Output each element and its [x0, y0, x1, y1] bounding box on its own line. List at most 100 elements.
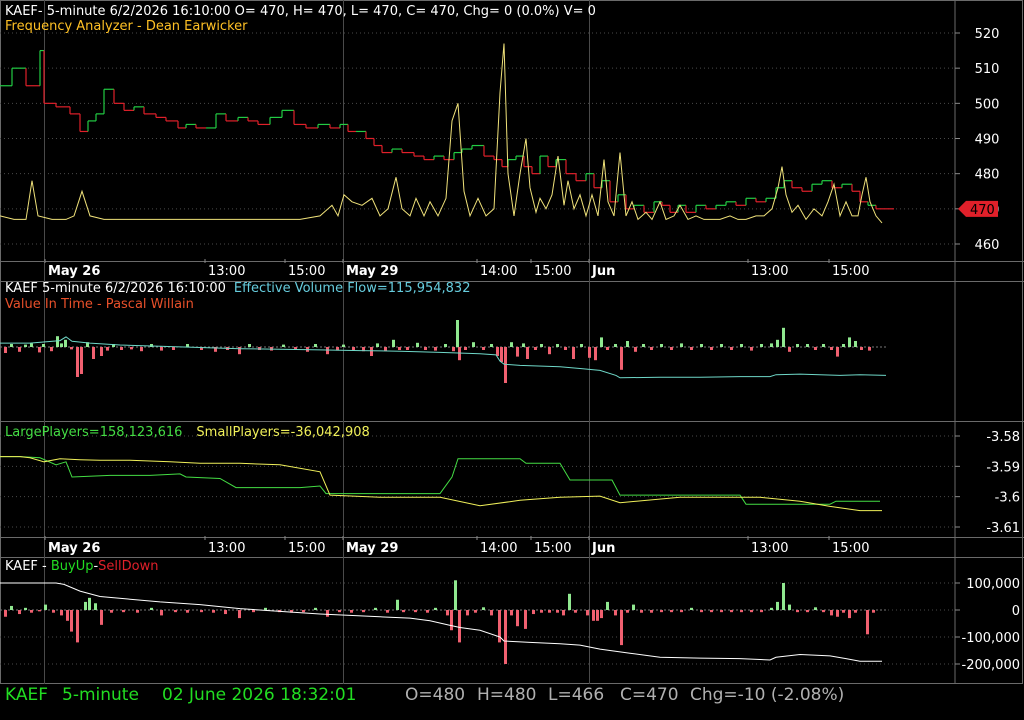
- evf-bar-12: [76, 347, 79, 377]
- evf-bar-95: [776, 339, 779, 347]
- large-players-label: LargePlayers=158,123,616: [5, 425, 182, 440]
- evf-bar-82: [650, 347, 653, 350]
- evf-bar-61: [504, 347, 507, 383]
- buyup-selldown-bar-53: [504, 610, 507, 664]
- evf-bar-8: [56, 336, 59, 347]
- date-axis-bottom-label-0: May 26: [48, 541, 100, 556]
- buyup-selldown-bar-98: [854, 610, 857, 613]
- buyup-selldown-bar-50: [482, 607, 485, 610]
- buyup-selldown-bar-93: [822, 610, 825, 613]
- evf-bar-50: [434, 347, 437, 351]
- players-tick-label-3: -3.61: [986, 521, 1020, 536]
- date-axis-top-label-7: 13:00: [751, 264, 788, 279]
- buyup-selldown-bar-72: [632, 604, 635, 610]
- evf-bar-69: [556, 344, 559, 347]
- buyup-selldown-bar-95: [836, 610, 839, 617]
- buyup-selldown-bar-4: [30, 610, 33, 613]
- evf-bar-55: [464, 347, 467, 350]
- evf-bar-91: [740, 344, 743, 347]
- evf-bar-30: [248, 344, 251, 347]
- buyup-selldown-panel[interactable]: [0, 580, 886, 664]
- chart-frame: [0, 0, 1024, 684]
- buyup-selldown-bar-25: [224, 610, 227, 615]
- evf-bar-33: [282, 344, 285, 347]
- buyup-selldown-bar-76: [670, 610, 673, 613]
- price-tick-label-2: 500: [975, 97, 1000, 112]
- outer-border: [0, 0, 1023, 684]
- frequency-analyzer-title: Frequency Analyzer - Dean Earwicker: [5, 19, 248, 34]
- chart-canvas[interactable]: KAEF- 5-minute 6/2/2026 16:10:00 O= 470,…: [0, 0, 1024, 684]
- buyup-selldown-bar-13: [88, 597, 91, 610]
- buyup-selldown-bar-96: [842, 610, 845, 613]
- buyup-selldown-bar-11: [76, 610, 79, 643]
- buyup-selldown-bar-97: [848, 610, 851, 619]
- evf-bar-54: [458, 347, 461, 361]
- status-high: H=480: [477, 685, 537, 705]
- players-tick-label-1: -3.59: [986, 460, 1020, 475]
- evf-bar-87: [700, 344, 703, 347]
- buyup-selldown-bar-37: [374, 607, 377, 610]
- buyup-selldown-bar-49: [474, 610, 477, 613]
- players-legend: LargePlayers=158,123,616 SmallPlayers=-36…: [5, 425, 370, 440]
- buyup-selldown-bar-77: [680, 610, 683, 613]
- buyup-selldown-bar-75: [660, 610, 663, 613]
- date-axis-top-label-3: May 29: [346, 264, 398, 279]
- evf-bar-40: [352, 347, 355, 350]
- buyup-selldown-bar-55: [516, 610, 519, 627]
- buyup-selldown-bar-63: [574, 610, 577, 613]
- buyup-selldown-bar-57: [532, 610, 535, 615]
- buyup-selldown-bar-86: [770, 607, 773, 610]
- buyup-selldown-bar-5: [38, 610, 41, 612]
- effective-volume-flow-panel[interactable]: [0, 320, 887, 383]
- buyup-selldown-bar-10: [70, 610, 73, 632]
- evf-bar-46: [398, 347, 401, 350]
- status-datetime: 02 June 2026 18:32:01: [162, 685, 357, 705]
- buyup-selldown-bar-91: [806, 610, 809, 613]
- evf-bar-43: [376, 343, 379, 347]
- buyup-selldown-bar-3: [24, 607, 27, 610]
- players-tick-label-2: -3.6: [995, 491, 1020, 506]
- buyup-selldown-bar-1: [10, 605, 13, 610]
- evf-bar-59: [496, 347, 499, 356]
- evf-bar-45: [392, 339, 395, 347]
- evf-bar-96: [782, 327, 785, 347]
- last-price-label: 470: [970, 203, 995, 218]
- date-axis-bottom-label-6: Jun: [591, 541, 615, 556]
- price-panel[interactable]: [0, 43, 894, 224]
- status-symbol: KAEF: [5, 685, 48, 705]
- status-interval: 5-minute: [62, 685, 139, 705]
- buyup-selldown-bar-46: [454, 580, 457, 610]
- buyup-selldown-bar-82: [730, 610, 733, 613]
- evf-bar-80: [634, 347, 637, 352]
- buyup-selldown-bar-78: [690, 607, 693, 610]
- evf-bar-2: [18, 347, 21, 352]
- buyup-selldown-bar-74: [650, 610, 653, 613]
- date-axis-bottom-label-7: 13:00: [751, 541, 788, 556]
- effective-volume-flow-line: [0, 336, 887, 379]
- buyup-selldown-bar-38: [386, 610, 389, 613]
- frequency-analyzer-line: [0, 43, 883, 224]
- buyup-selldown-bar-47: [458, 610, 461, 643]
- evf-bar-68: [548, 347, 551, 355]
- buyup-selldown-bar-83: [740, 610, 743, 613]
- evf-bar-29: [238, 347, 241, 355]
- grid-lines: [0, 0, 955, 684]
- buyup-selldown-bar-51: [490, 610, 493, 616]
- buyup-selldown-bar-54: [510, 610, 513, 616]
- evf-bar-92: [750, 347, 753, 351]
- selldown-label: SellDown: [98, 559, 158, 574]
- players-panel[interactable]: [0, 456, 882, 512]
- evf-bar-101: [822, 344, 825, 347]
- buyup-selldown-bar-12: [84, 601, 87, 610]
- date-axis-top-label-8: 15:00: [832, 264, 869, 279]
- buyup-selldown-bar-89: [788, 604, 791, 610]
- buyup-selldown-bar-40: [402, 610, 405, 613]
- buyup-selldown-bar-20: [160, 610, 163, 616]
- evf-bar-72: [580, 344, 583, 347]
- buyup-selldown-bar-99: [866, 610, 869, 635]
- buyup-selldown-bar-65: [592, 610, 595, 621]
- buyup-selldown-bar-16: [110, 610, 113, 613]
- evf-bar-105: [848, 337, 851, 347]
- buyup-selldown-bar-22: [186, 610, 189, 613]
- buyup-selldown-bar-15: [100, 610, 103, 625]
